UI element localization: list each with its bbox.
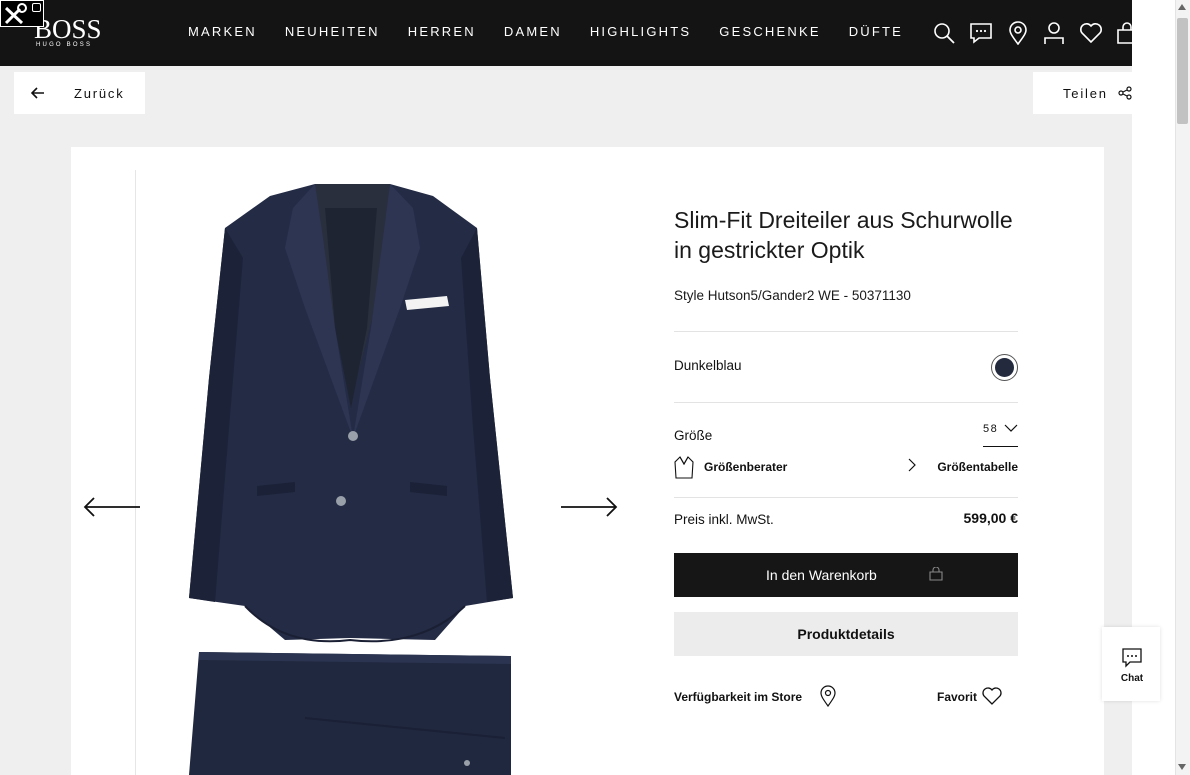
- chat-label: Chat: [1120, 673, 1144, 684]
- brand-logo[interactable]: BOSS HUGO BOSS: [34, 14, 104, 49]
- chevron-down-icon: [1004, 424, 1018, 432]
- gallery-prev-arrow-icon[interactable]: [82, 494, 142, 520]
- brand-name: BOSS: [34, 14, 102, 44]
- site-header: BOSS HUGO BOSS MARKEN NEUHEITEN HERREN D…: [0, 0, 1137, 66]
- size-chart-link[interactable]: Größentabelle: [937, 460, 1018, 474]
- product-image[interactable]: [185, 178, 515, 775]
- gallery-next-arrow-icon[interactable]: [559, 494, 619, 520]
- add-to-cart-button[interactable]: In den Warenkorb: [674, 553, 1018, 597]
- scrollbar-thumb[interactable]: [1177, 18, 1188, 124]
- devtools-badge[interactable]: [0, 0, 44, 27]
- heart-icon: [982, 687, 1002, 705]
- chat-widget-button[interactable]: Chat: [1102, 627, 1160, 701]
- chat-bubble-icon[interactable]: [969, 21, 993, 45]
- price-label: Preis inkl. MwSt.: [674, 512, 774, 527]
- size-advisor-row: Größenberater Größentabelle: [674, 456, 1018, 480]
- nav-item-geschenke[interactable]: GESCHENKE: [719, 25, 820, 39]
- product-details-button[interactable]: Produktdetails: [674, 612, 1018, 656]
- size-label: Größe: [674, 428, 713, 443]
- product-title: Slim-Fit Dreiteiler aus Schurwolle in ge…: [674, 207, 1013, 263]
- chevron-right-icon[interactable]: [907, 458, 917, 472]
- divider: [674, 402, 1018, 403]
- location-pin-icon[interactable]: [1006, 21, 1030, 45]
- chat-bubble-icon: [1122, 648, 1142, 668]
- share-label: Teilen: [1063, 86, 1108, 101]
- close-icon[interactable]: [32, 3, 41, 12]
- arrow-left-icon: [31, 87, 44, 99]
- color-swatch[interactable]: [991, 354, 1018, 381]
- color-swatch-dot: [995, 358, 1014, 377]
- share-button[interactable]: Teilen: [1033, 72, 1132, 114]
- nav-item-duefte[interactable]: DÜFTE: [849, 25, 903, 39]
- add-to-cart-label: In den Warenkorb: [766, 567, 877, 583]
- tools-icon: [4, 3, 27, 25]
- gallery-divider: [135, 170, 136, 775]
- scroll-up-arrow-icon[interactable]: [1178, 4, 1186, 10]
- nav-item-marken[interactable]: MARKEN: [188, 25, 257, 39]
- share-icon: [1118, 86, 1132, 100]
- price-value: 599,00 €: [963, 510, 1019, 526]
- jacket-icon: [674, 456, 694, 479]
- nav-item-herren[interactable]: HERREN: [408, 25, 476, 39]
- scroll-down-arrow-icon[interactable]: [1178, 764, 1186, 770]
- favorite-label: Favorit: [937, 690, 978, 704]
- size-select[interactable]: 58: [983, 421, 1018, 447]
- back-label: Zurück: [74, 86, 125, 101]
- nav-item-highlights[interactable]: HIGHLIGHTS: [590, 25, 691, 39]
- heart-icon[interactable]: [1079, 21, 1103, 45]
- nav-item-damen[interactable]: DAMEN: [504, 25, 562, 39]
- search-icon[interactable]: [932, 21, 956, 45]
- store-availability-label: Verfügbarkeit im Store: [674, 690, 803, 704]
- shopping-bag-icon: [929, 567, 943, 581]
- divider: [674, 331, 1018, 332]
- size-value: 58: [983, 423, 999, 435]
- location-pin-icon: [820, 685, 836, 707]
- nav-item-neuheiten[interactable]: NEUHEITEN: [285, 25, 380, 39]
- product-style-number: Style Hutson5/Gander2 WE - 50371130: [674, 288, 911, 303]
- main-nav: MARKEN NEUHEITEN HERREN DAMEN HIGHLIGHTS…: [188, 25, 931, 39]
- divider: [674, 497, 1018, 498]
- back-button[interactable]: Zurück: [14, 72, 145, 114]
- user-icon[interactable]: [1042, 21, 1066, 45]
- color-name: Dunkelblau: [674, 358, 742, 373]
- size-advisor-link[interactable]: Größenberater: [704, 460, 787, 474]
- product-details-label: Produktdetails: [797, 626, 895, 642]
